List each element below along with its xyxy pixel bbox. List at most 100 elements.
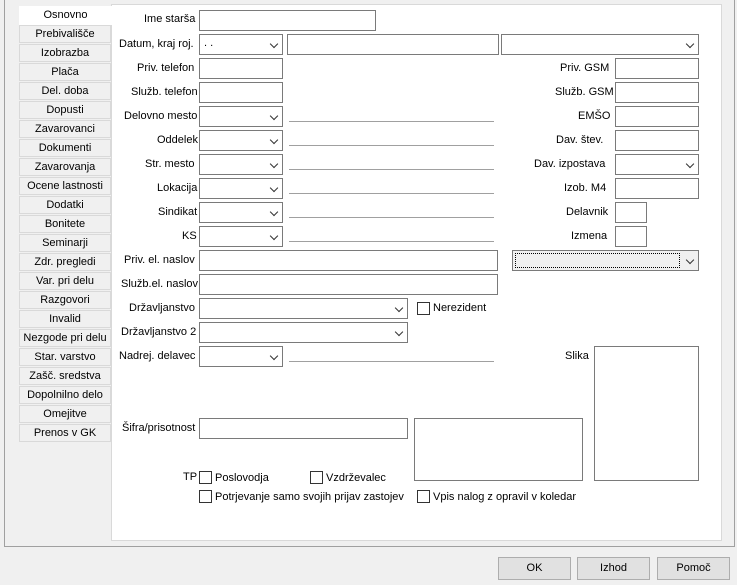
tab-osnovno[interactable]: Osnovno xyxy=(19,6,112,25)
drzavljanstvo2-select[interactable] xyxy=(199,322,408,343)
chevron-down-icon xyxy=(685,159,695,169)
tab-dopolnilno-delo[interactable]: Dopolnilno delo xyxy=(19,386,111,404)
chevron-down-icon xyxy=(269,135,279,145)
tab-del-doba[interactable]: Del. doba xyxy=(19,82,111,100)
vpis-nalog-checkbox[interactable] xyxy=(417,490,430,503)
sluzb-gsm-input[interactable] xyxy=(615,82,699,103)
vzdrzevalec-checkbox[interactable] xyxy=(310,471,323,484)
vzdrzevalec-label: Vzdrževalec xyxy=(326,472,386,484)
potrjevanje-checkbox[interactable] xyxy=(199,490,212,503)
izmena-input[interactable] xyxy=(615,226,647,247)
nerezident-checkbox[interactable] xyxy=(417,302,430,315)
chevron-down-icon xyxy=(685,39,695,49)
delavnik-input[interactable] xyxy=(615,202,647,223)
tab-var-pri-delu[interactable]: Var. pri delu xyxy=(19,272,111,290)
tab-dokumenti[interactable]: Dokumenti xyxy=(19,139,111,157)
dav-izpostava-select[interactable] xyxy=(615,154,699,175)
priv-el-naslov-label: Priv. el. naslov xyxy=(124,254,195,266)
str-mesto-description xyxy=(289,169,494,170)
sluzb-el-naslov-label: Služb.el. naslov xyxy=(121,278,199,290)
tab-dodatki[interactable]: Dodatki xyxy=(19,196,111,214)
emso-label: EMŠO xyxy=(578,110,611,122)
delovno-mesto-description xyxy=(289,121,494,122)
chevron-down-icon xyxy=(269,111,279,121)
sluzb-el-naslov-input[interactable] xyxy=(199,274,498,295)
delovno-mesto-select[interactable] xyxy=(199,106,283,127)
chevron-down-icon xyxy=(269,207,279,217)
prisotnost-memo[interactable] xyxy=(414,418,583,481)
tab-zasc-sredstva[interactable]: Zašč. sredstva xyxy=(19,367,111,385)
poslovodja-checkbox[interactable] xyxy=(199,471,212,484)
tp-label: TP xyxy=(183,471,198,483)
nerezident-label: Nerezident xyxy=(433,302,487,314)
chevron-down-icon xyxy=(269,231,279,241)
ks-label: KS xyxy=(182,230,197,242)
izmena-label: Izmena xyxy=(571,230,608,242)
tab-izobrazba[interactable]: Izobrazba xyxy=(19,44,111,62)
tab-dopusti[interactable]: Dopusti xyxy=(19,101,111,119)
str-mesto-select[interactable] xyxy=(199,154,283,175)
tab-seminarji[interactable]: Seminarji xyxy=(19,234,111,252)
lokacija-description xyxy=(289,193,494,194)
el-naslov-type-select[interactable] xyxy=(512,250,699,271)
tab-zavarovanci[interactable]: Zavarovanci xyxy=(19,120,111,138)
datum-rojstva-value: . . xyxy=(204,37,214,49)
sluzb-telefon-label: Služb. telefon xyxy=(131,86,198,98)
nadrej-delavec-description xyxy=(289,361,494,362)
tab-zavarovanja[interactable]: Zavarovanja xyxy=(19,158,111,176)
ime-starsa-label: Ime starša xyxy=(144,13,196,25)
sluzb-telefon-input[interactable] xyxy=(199,82,283,103)
emso-input[interactable] xyxy=(615,106,699,127)
ks-select[interactable] xyxy=(199,226,283,247)
sifra-prisotnost-label: Šifra/prisotnost xyxy=(122,422,196,434)
slika-label: Slika xyxy=(565,350,589,362)
chevron-down-icon xyxy=(269,183,279,193)
chevron-down-icon xyxy=(685,255,695,265)
oddelek-select[interactable] xyxy=(199,130,283,151)
chevron-down-icon xyxy=(269,351,279,361)
lokacija-select[interactable] xyxy=(199,178,283,199)
tab-razgovori[interactable]: Razgovori xyxy=(19,291,111,309)
tab-prebivalisce[interactable]: Prebivališče xyxy=(19,25,111,43)
datum-kraj-label: Datum, kraj roj. xyxy=(119,38,194,50)
drzava-rojstva-select[interactable] xyxy=(501,34,699,55)
slika-photo-box[interactable] xyxy=(594,346,699,481)
priv-gsm-input[interactable] xyxy=(615,58,699,79)
tab-omejitve[interactable]: Omejitve xyxy=(19,405,111,423)
lokacija-label: Lokacija xyxy=(157,182,198,194)
drzavljanstvo-select[interactable] xyxy=(199,298,408,319)
oddelek-label: Oddelek xyxy=(157,134,198,146)
dav-stev-input[interactable] xyxy=(615,130,699,151)
nadrej-delavec-select[interactable] xyxy=(199,346,283,367)
sluzb-gsm-label: Služb. GSM xyxy=(555,86,614,98)
potrjevanje-label: Potrjevanje samo svojih prijav zastojev xyxy=(215,491,404,503)
tab-bonitete[interactable]: Bonitete xyxy=(19,215,111,233)
delavnik-label: Delavnik xyxy=(566,206,609,218)
priv-telefon-input[interactable] xyxy=(199,58,283,79)
chevron-down-icon xyxy=(394,303,404,313)
tab-prenos-v-gk[interactable]: Prenos v GK xyxy=(19,424,111,442)
datum-rojstva-picker[interactable]: . . xyxy=(199,34,283,55)
tab-star-varstvo[interactable]: Star. varstvo xyxy=(19,348,111,366)
ime-starsa-input[interactable] xyxy=(199,10,376,31)
priv-gsm-label: Priv. GSM xyxy=(560,62,610,74)
pomoc-button[interactable]: Pomoč xyxy=(657,557,730,580)
izhod-button[interactable]: Izhod xyxy=(577,557,650,580)
dav-izpostava-label: Dav. izpostava xyxy=(534,158,606,170)
priv-telefon-label: Priv. telefon xyxy=(137,62,195,74)
sindikat-select[interactable] xyxy=(199,202,283,223)
chevron-down-icon xyxy=(269,159,279,169)
tab-nezgode-pri-delu[interactable]: Nezgode pri delu xyxy=(19,329,111,347)
tab-zdr-pregledi[interactable]: Zdr. pregledi xyxy=(19,253,111,271)
izob-m4-input[interactable] xyxy=(615,178,699,199)
dav-stev-label: Dav. štev. xyxy=(556,134,604,146)
tab-placa[interactable]: Plača xyxy=(19,63,111,81)
tab-ocene-lastnosti[interactable]: Ocene lastnosti xyxy=(19,177,111,195)
ok-button[interactable]: OK xyxy=(498,557,571,580)
chevron-down-icon xyxy=(269,39,279,49)
poslovodja-label: Poslovodja xyxy=(215,472,269,484)
tab-invalid[interactable]: Invalid xyxy=(19,310,111,328)
sifra-prisotnost-input[interactable] xyxy=(199,418,408,439)
priv-el-naslov-input[interactable] xyxy=(199,250,498,271)
kraj-rojstva-input[interactable] xyxy=(287,34,499,55)
